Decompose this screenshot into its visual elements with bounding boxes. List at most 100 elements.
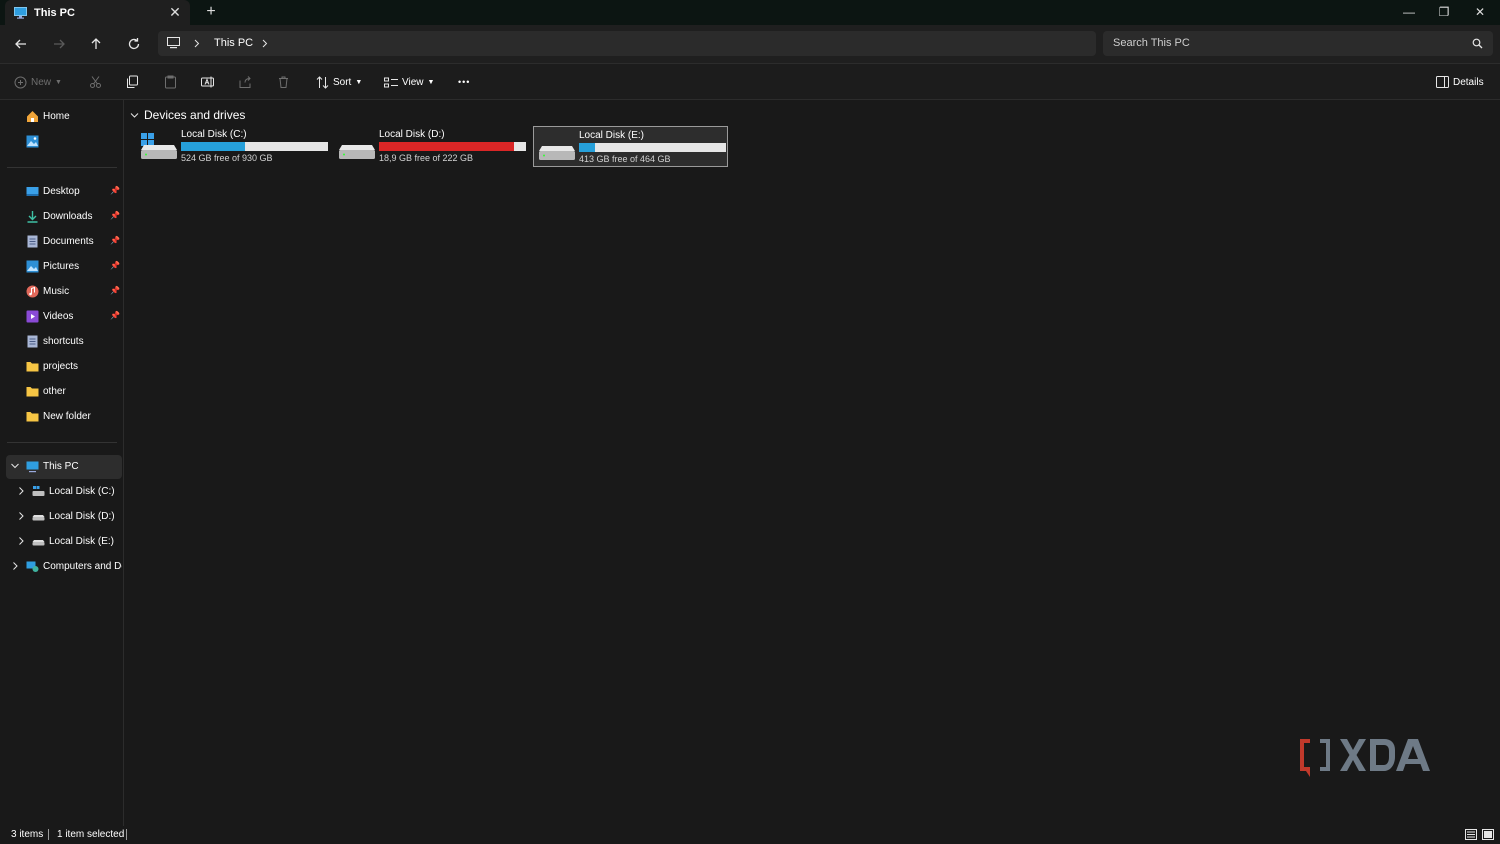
view-button[interactable]: View ▼ (384, 72, 434, 92)
download-icon (27, 211, 38, 223)
gallery-icon (26, 135, 39, 148)
navigation-bar: This PC Search This PC (0, 25, 1500, 63)
cut-icon[interactable] (89, 72, 102, 92)
navigation-pane: Home Desktop 📌 Downloads 📌 Documents 📌 P… (0, 100, 124, 826)
sidebar-item-network[interactable]: Computers and Devices (6, 555, 122, 579)
drive-free-space: 524 GB free of 930 GB (181, 153, 273, 163)
sidebar-item-this-pc[interactable]: This PC (6, 455, 122, 479)
video-icon (26, 310, 39, 323)
drive-icon (339, 145, 375, 159)
drive-icon (539, 146, 575, 160)
sidebar-item-label: Videos (43, 311, 74, 322)
network-icon (26, 561, 39, 572)
tiles-view-icon[interactable] (1482, 829, 1494, 840)
chevron-right-icon[interactable] (262, 39, 268, 48)
sidebar-item-documents[interactable]: Documents 📌 (6, 230, 122, 254)
sidebar-item-disk-c[interactable]: Local Disk (C:) (6, 480, 122, 504)
sort-button[interactable]: Sort ▼ (316, 72, 362, 92)
sidebar-item-new-folder[interactable]: New folder (6, 405, 122, 429)
close-icon[interactable]: ✕ (1470, 3, 1490, 21)
pin-icon: 📌 (110, 186, 120, 195)
breadcrumb-this-pc[interactable]: This PC (214, 37, 253, 49)
share-icon[interactable] (239, 72, 252, 92)
drive-tile-c[interactable]: Local Disk (C:) 524 GB free of 930 GB (136, 126, 331, 167)
group-header-devices[interactable]: Devices and drives (130, 108, 245, 122)
pin-icon: 📌 (110, 211, 120, 220)
command-bar: New ▼ Sort ▼ View ▼ ••• Details (0, 63, 1500, 100)
copy-icon[interactable] (126, 72, 139, 92)
sort-icon (316, 75, 329, 89)
tab-close-icon[interactable]: ✕ (168, 5, 182, 19)
back-arrow-icon[interactable] (11, 34, 31, 54)
chevron-right-icon[interactable] (16, 535, 26, 547)
new-tab-icon[interactable]: + (203, 4, 219, 20)
drive-name: Local Disk (C:) (181, 129, 247, 140)
pin-icon: 📌 (110, 261, 120, 270)
usage-fill (379, 142, 514, 151)
sidebar-item-desktop[interactable]: Desktop 📌 (6, 180, 122, 204)
sidebar-item-label: New folder (43, 411, 91, 422)
sidebar-item-home[interactable]: Home (6, 105, 122, 129)
details-view-icon[interactable] (1465, 829, 1477, 840)
sidebar-item-label: shortcuts (43, 336, 84, 347)
sidebar-item-other[interactable]: other (6, 380, 122, 404)
chevron-down-icon[interactable] (130, 111, 139, 120)
folder-icon (26, 387, 39, 397)
windows-drive-icon (32, 486, 45, 496)
chevron-right-icon[interactable] (16, 485, 26, 497)
monitor-icon (26, 461, 39, 473)
view-list-icon (384, 77, 398, 87)
group-title: Devices and drives (144, 108, 246, 122)
sidebar-item-label: Pictures (43, 261, 80, 272)
folder-icon (26, 362, 39, 372)
search-input[interactable]: Search This PC (1113, 37, 1190, 49)
pin-icon: 📌 (110, 236, 120, 245)
sidebar-item-music[interactable]: Music 📌 (6, 280, 122, 304)
refresh-icon[interactable] (124, 34, 144, 54)
more-options-icon[interactable]: ••• (458, 72, 470, 92)
search-icon[interactable] (1472, 38, 1483, 49)
sidebar-item-downloads[interactable]: Downloads 📌 (6, 205, 122, 229)
maximize-icon[interactable]: ❐ (1434, 3, 1454, 21)
rename-icon[interactable] (201, 72, 214, 92)
monitor-icon (167, 37, 180, 49)
status-divider (48, 829, 49, 840)
sidebar-item-label: Music (43, 286, 70, 297)
chevron-right-icon[interactable] (10, 560, 20, 572)
sidebar-item-label: Local Disk (C:) (49, 486, 115, 497)
chevron-right-icon[interactable] (16, 510, 26, 522)
drive-tile-d[interactable]: Local Disk (D:) 18,9 GB free of 222 GB (334, 126, 529, 167)
pin-icon: 📌 (110, 311, 120, 320)
sidebar-item-label: projects (43, 361, 79, 372)
status-divider (126, 829, 127, 840)
details-button[interactable]: Details (1436, 72, 1484, 92)
sidebar-item-gallery[interactable] (6, 130, 122, 154)
drive-tile-e[interactable]: Local Disk (E:) 413 GB free of 464 GB (533, 126, 728, 167)
chevron-down-icon: ▼ (55, 78, 62, 86)
sidebar-item-shortcuts[interactable]: shortcuts (6, 330, 122, 354)
up-arrow-icon[interactable] (86, 34, 106, 54)
sidebar-item-videos[interactable]: Videos 📌 (6, 305, 122, 329)
address-bar[interactable]: This PC (158, 31, 1096, 56)
sidebar-item-pictures[interactable]: Pictures 📌 (6, 255, 122, 279)
sidebar-item-projects[interactable]: projects (6, 355, 122, 379)
new-button[interactable]: New ▼ (14, 72, 62, 92)
usage-fill (579, 143, 596, 152)
tab-this-pc[interactable]: This PC ✕ (5, 0, 190, 25)
minimize-icon[interactable]: — (1399, 3, 1419, 21)
chevron-right-icon[interactable] (194, 39, 200, 48)
search-box[interactable]: Search This PC (1103, 31, 1493, 56)
divider (7, 442, 117, 443)
delete-icon[interactable] (277, 72, 290, 92)
sidebar-item-label: other (43, 386, 66, 397)
xda-logo (1300, 739, 1430, 777)
view-label: View (402, 76, 424, 88)
windows-drive-icon (141, 133, 177, 159)
sidebar-item-disk-e[interactable]: Local Disk (E:) (6, 530, 122, 554)
sidebar-item-disk-d[interactable]: Local Disk (D:) (6, 505, 122, 529)
forward-arrow-icon[interactable] (49, 34, 69, 54)
usage-bar (379, 142, 526, 151)
chevron-down-icon[interactable] (10, 460, 20, 472)
sidebar-item-label: Desktop (43, 186, 80, 197)
paste-icon[interactable] (164, 72, 177, 92)
